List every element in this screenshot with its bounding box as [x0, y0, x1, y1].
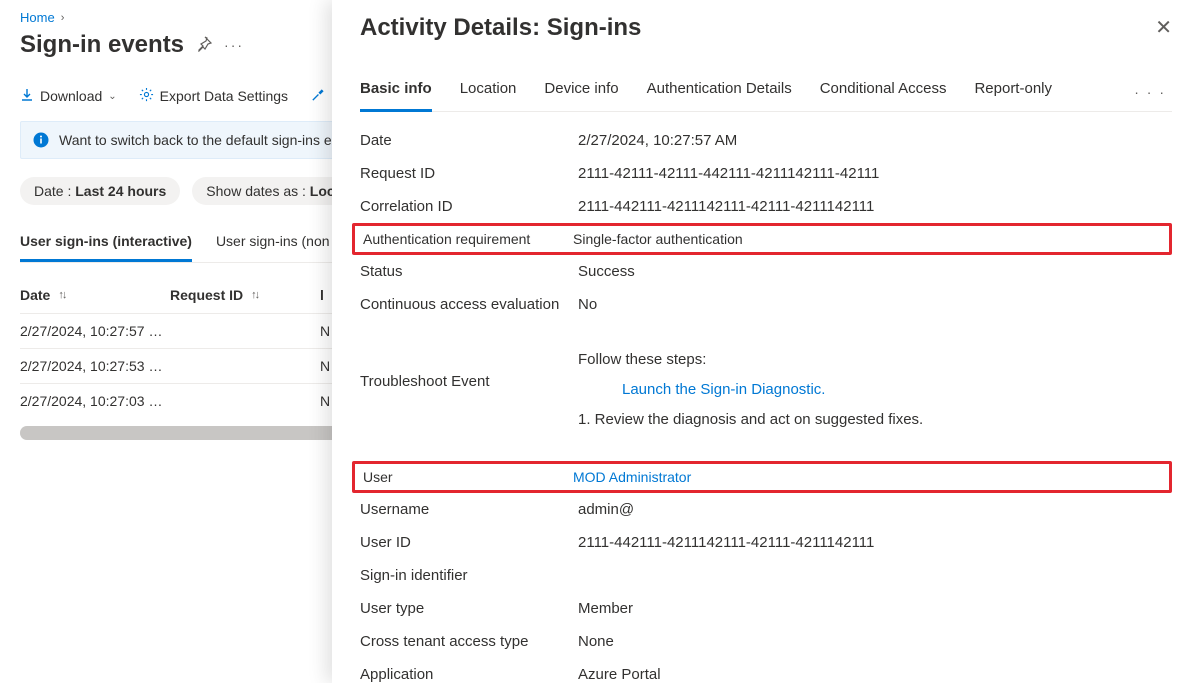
troubleshoot-review-text: 1. Review the diagnosis and act on sugge…: [578, 405, 923, 435]
tab-basic-info[interactable]: Basic info: [360, 72, 432, 112]
export-settings-label: Export Data Settings: [160, 88, 288, 104]
filter-date-pill[interactable]: Date : Last 24 hours: [20, 177, 180, 205]
panel-title: Activity Details: Sign-ins: [360, 14, 641, 42]
basic-info-section: Date 2/27/2024, 10:27:57 AM Request ID 2…: [360, 124, 1172, 683]
row-application: Application Azure Portal: [360, 658, 1172, 683]
row-user-highlight: User MOD Administrator: [352, 461, 1172, 493]
cell-date: 2/27/2024, 10:27:57 …: [20, 314, 170, 348]
col-date[interactable]: Date↑↓: [20, 277, 170, 313]
cell-date: 2/27/2024, 10:27:03 …: [20, 384, 170, 418]
row-date: Date 2/27/2024, 10:27:57 AM: [360, 124, 1172, 157]
download-button[interactable]: Download ⌄: [20, 88, 117, 105]
tab-report-only[interactable]: Report-only: [974, 72, 1052, 111]
row-request-id: Request ID 2111-42111-42111-442111-42111…: [360, 157, 1172, 190]
row-user-id: User ID 2111-442111-4211142111-42111-421…: [360, 526, 1172, 559]
cell-request-id: [170, 349, 320, 383]
tab-location[interactable]: Location: [460, 72, 517, 111]
row-cae: Continuous access evaluation No: [360, 288, 1172, 321]
tab-user-signins-interactive[interactable]: User sign-ins (interactive): [20, 225, 192, 262]
pin-icon[interactable]: [196, 36, 212, 55]
gear-icon: [139, 87, 154, 105]
chevron-right-icon: ›: [61, 12, 65, 24]
sort-icon: ↑↓: [251, 289, 258, 301]
row-auth-requirement-highlight: Authentication requirement Single-factor…: [352, 223, 1172, 255]
cell-extra: N: [320, 384, 330, 418]
cell-request-id: [170, 384, 320, 418]
launch-diagnostic-link[interactable]: Launch the Sign-in Diagnostic.: [622, 381, 825, 398]
cell-date: 2/27/2024, 10:27:53 …: [20, 349, 170, 383]
cell-request-id: [170, 314, 320, 348]
tab-auth-details[interactable]: Authentication Details: [647, 72, 792, 111]
tab-user-signins-noninteractive[interactable]: User sign-ins (non: [216, 225, 330, 262]
row-correlation-id: Correlation ID 2111-442111-4211142111-42…: [360, 190, 1172, 223]
details-panel: Activity Details: Sign-ins ✕ Basic info …: [332, 0, 1200, 683]
download-icon: [20, 88, 34, 105]
row-status: Status Success: [360, 255, 1172, 288]
cell-extra: N: [320, 349, 330, 383]
info-icon: [33, 132, 49, 148]
troubleshoot-steps-text: Follow these steps:: [578, 345, 923, 375]
row-troubleshoot: Troubleshoot Event Follow these steps: L…: [360, 321, 1172, 435]
breadcrumb-home[interactable]: Home: [20, 10, 55, 25]
row-cross-tenant: Cross tenant access type None: [360, 625, 1172, 658]
panel-more-icon[interactable]: · · ·: [1134, 84, 1172, 100]
tab-device-info[interactable]: Device info: [544, 72, 618, 111]
row-username: Username admin@: [360, 493, 1172, 526]
cell-extra: N: [320, 314, 330, 348]
row-signin-identifier: Sign-in identifier: [360, 559, 1172, 592]
row-user-type: User type Member: [360, 592, 1172, 625]
info-bar-text: Want to switch back to the default sign-…: [59, 132, 362, 148]
col-request-id[interactable]: Request ID↑↓: [170, 277, 320, 313]
close-icon[interactable]: ✕: [1155, 18, 1172, 38]
wrench-icon: [310, 87, 325, 105]
sort-icon: ↑↓: [58, 289, 65, 301]
panel-tabs: Basic info Location Device info Authenti…: [360, 72, 1052, 111]
download-label: Download: [40, 88, 102, 104]
page-title: Sign-in events: [20, 31, 184, 59]
user-link[interactable]: MOD Administrator: [573, 469, 691, 485]
chevron-down-icon: ⌄: [108, 91, 116, 102]
toolbar-extra-button[interactable]: [310, 87, 325, 105]
more-icon[interactable]: ···: [224, 37, 244, 53]
tab-conditional-access[interactable]: Conditional Access: [820, 72, 947, 111]
export-settings-button[interactable]: Export Data Settings: [139, 87, 288, 105]
